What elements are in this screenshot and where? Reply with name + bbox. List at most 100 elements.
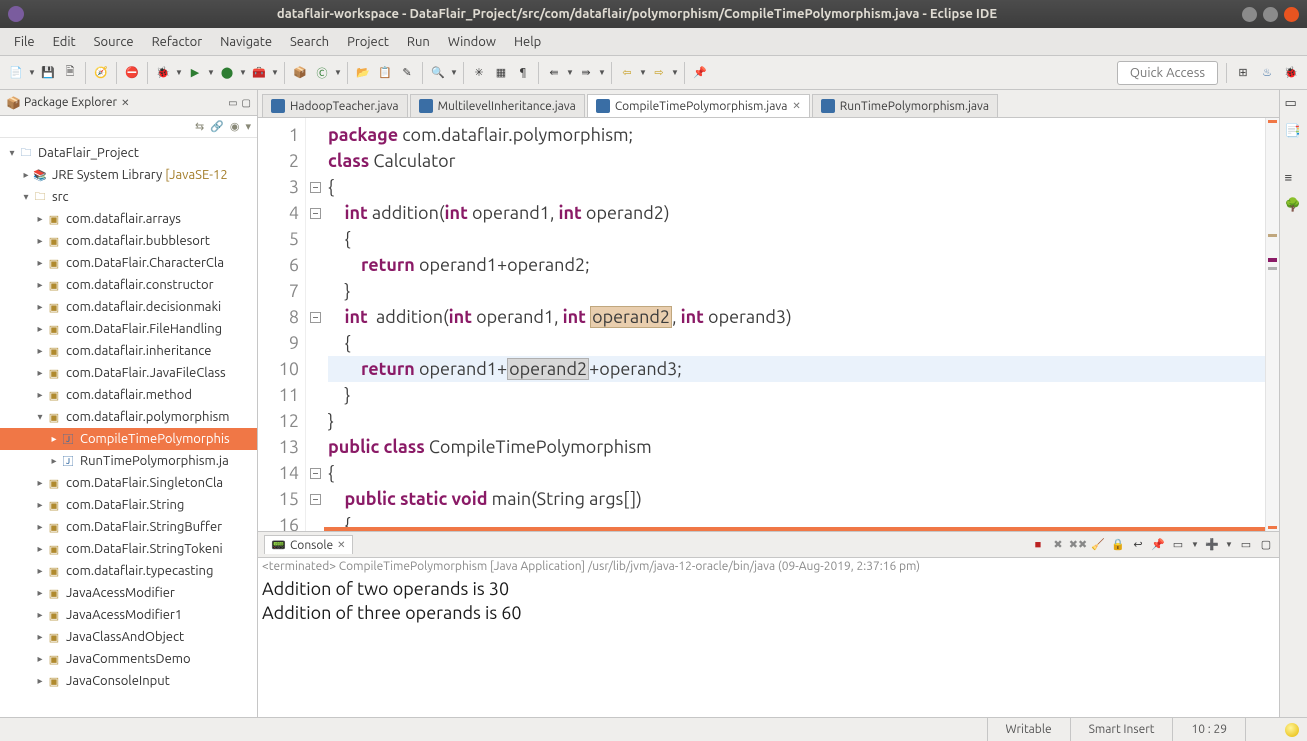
menu-source[interactable]: Source	[86, 31, 142, 53]
prev-annotation-dropdown[interactable]: ▼	[566, 68, 574, 77]
new-dropdown[interactable]: ▼	[28, 68, 36, 77]
tree-item[interactable]: ▸▣JavaAcessModifier1	[0, 604, 257, 626]
remove-launch-button[interactable]: ✖	[1051, 538, 1065, 552]
menu-navigate[interactable]: Navigate	[212, 31, 280, 53]
run-dropdown[interactable]: ▼	[207, 68, 215, 77]
tree-item[interactable]: ▸▣com.dataflair.method	[0, 384, 257, 406]
coverage-dropdown[interactable]: ▼	[239, 68, 247, 77]
next-annotation-button[interactable]: ⇛	[576, 63, 596, 83]
open-type-button[interactable]: 📂	[353, 63, 373, 83]
console-output[interactable]: Addition of two operands is 30Addition o…	[258, 575, 1279, 717]
remove-all-button[interactable]: ✖✖	[1071, 538, 1085, 552]
new-package-button[interactable]: 📦	[290, 63, 310, 83]
tree-item[interactable]: ▾🗀DataFlair_Project	[0, 142, 257, 164]
window-close-button[interactable]	[1284, 7, 1299, 22]
prev-annotation-button[interactable]: ⇚	[544, 63, 564, 83]
tree-item[interactable]: ▸▣com.dataflair.constructor	[0, 274, 257, 296]
save-button[interactable]: 💾	[38, 63, 58, 83]
save-all-button[interactable]: 🗎	[60, 63, 80, 83]
debug-perspective-button[interactable]: 🐞	[1281, 63, 1301, 83]
view-minimize-icon[interactable]: ▭	[228, 97, 237, 109]
open-console-dropdown[interactable]: ▼	[1225, 540, 1233, 549]
tree-item[interactable]: ▸▣com.DataFlair.StringBuffer	[0, 516, 257, 538]
new-java-dropdown[interactable]: ▼	[334, 68, 342, 77]
tree-item[interactable]: ▾▣com.dataflair.polymorphism	[0, 406, 257, 428]
tree-item[interactable]: ▸▣com.DataFlair.JavaFileClass	[0, 362, 257, 384]
tree-item[interactable]: ▸▣com.dataflair.decisionmaki	[0, 296, 257, 318]
pin-button[interactable]: 📌	[690, 63, 710, 83]
window-minimize-button[interactable]	[1242, 7, 1257, 22]
open-console-button[interactable]: ➕	[1205, 538, 1219, 552]
type-hierarchy-icon[interactable]: 🌳	[1285, 198, 1303, 216]
tab-close-icon[interactable]: ✕	[792, 100, 800, 112]
tree-item[interactable]: ▸▣com.dataflair.inheritance	[0, 340, 257, 362]
package-tree[interactable]: ▾🗀DataFlair_Project▸📚JRE System Library …	[0, 138, 257, 717]
open-perspective-button[interactable]: ⊞	[1233, 63, 1253, 83]
menu-edit[interactable]: Edit	[45, 31, 84, 53]
menu-window[interactable]: Window	[440, 31, 504, 53]
search-dropdown[interactable]: ▼	[450, 68, 458, 77]
tree-item[interactable]: ▸▣JavaCommentsDemo	[0, 648, 257, 670]
package-explorer-close-icon[interactable]: ✕	[121, 97, 129, 109]
terminate-button[interactable]: ■	[1031, 538, 1045, 552]
tree-item[interactable]: ▸🄹RunTimePolymorphism.ja	[0, 450, 257, 472]
tree-item[interactable]: ▸🄹CompileTimePolymorphis	[0, 428, 257, 450]
toggle-block-button[interactable]: ▦	[491, 63, 511, 83]
tree-item[interactable]: ▸▣com.DataFlair.SingletonCla	[0, 472, 257, 494]
view-maximize-icon[interactable]: ▢	[242, 97, 251, 109]
display-selected-button[interactable]: ▭	[1171, 538, 1185, 552]
back-button[interactable]: ⇦	[617, 63, 637, 83]
console-minimize-icon[interactable]: ▭	[1239, 538, 1253, 552]
folding-column[interactable]	[306, 118, 324, 531]
editor-tab[interactable]: HadoopTeacher.java	[262, 94, 408, 117]
window-maximize-button[interactable]	[1263, 7, 1278, 22]
menu-refactor[interactable]: Refactor	[144, 31, 211, 53]
tree-item[interactable]: ▾🗀src	[0, 186, 257, 208]
debug-dropdown[interactable]: ▼	[175, 68, 183, 77]
tree-item[interactable]: ▸▣JavaAcessModifier	[0, 582, 257, 604]
clear-console-button[interactable]: 🧹	[1091, 538, 1105, 552]
tree-item[interactable]: ▸▣com.DataFlair.FileHandling	[0, 318, 257, 340]
view-menu-icon[interactable]: ▾	[245, 120, 251, 133]
forward-button[interactable]: ⇨	[649, 63, 669, 83]
tree-item[interactable]: ▸▣com.dataflair.arrays	[0, 208, 257, 230]
java-perspective-button[interactable]: ♨	[1257, 63, 1277, 83]
new-task-button[interactable]: ✎	[397, 63, 417, 83]
task-list-view-icon[interactable]: ≡	[1285, 170, 1303, 188]
tree-item[interactable]: ▸▣JavaClassAndObject	[0, 626, 257, 648]
word-wrap-button[interactable]: ↩	[1131, 538, 1145, 552]
tree-item[interactable]: ▸▣com.dataflair.typecasting	[0, 560, 257, 582]
back-dropdown[interactable]: ▼	[639, 68, 647, 77]
next-annotation-dropdown[interactable]: ▼	[598, 68, 606, 77]
pin-console-button[interactable]: 📌	[1151, 538, 1165, 552]
console-maximize-icon[interactable]: ▢	[1259, 538, 1273, 552]
tree-item[interactable]: ▸▣com.dataflair.bubblesort	[0, 230, 257, 252]
run-button[interactable]: ▶	[185, 63, 205, 83]
editor-tab[interactable]: MultilevelInheritance.java	[410, 94, 585, 117]
console-close-icon[interactable]: ✕	[337, 539, 345, 551]
external-tools-button[interactable]: 🧰	[249, 63, 269, 83]
editor-tab[interactable]: CompileTimePolymorphism.java✕	[587, 94, 810, 117]
menu-project[interactable]: Project	[339, 31, 397, 53]
tree-item[interactable]: ▸▣JavaConsoleInput	[0, 670, 257, 692]
show-whitespace-button[interactable]: ¶	[513, 63, 533, 83]
menu-help[interactable]: Help	[506, 31, 549, 53]
focus-task-icon[interactable]: ◉	[230, 120, 240, 133]
tree-item[interactable]: ▸▣com.DataFlair.String	[0, 494, 257, 516]
forward-dropdown[interactable]: ▼	[671, 68, 679, 77]
tree-item[interactable]: ▸▣com.DataFlair.StringTokeni	[0, 538, 257, 560]
menu-search[interactable]: Search	[282, 31, 337, 53]
tree-item[interactable]: ▸▣com.DataFlair.CharacterCla	[0, 252, 257, 274]
collapse-all-icon[interactable]: ⇆	[195, 120, 204, 133]
skip-breakpoints-button[interactable]: ⛔	[122, 63, 142, 83]
external-tools-dropdown[interactable]: ▼	[271, 68, 279, 77]
scroll-lock-button[interactable]: 🔒	[1111, 538, 1125, 552]
new-button[interactable]: 📄	[6, 63, 26, 83]
quick-access-input[interactable]: Quick Access	[1117, 61, 1218, 85]
menu-run[interactable]: Run	[399, 31, 438, 53]
tip-of-day-icon[interactable]	[1285, 723, 1299, 737]
editor-tab[interactable]: RunTimePolymorphism.java	[812, 94, 998, 117]
link-editor-icon[interactable]: 🔗	[210, 120, 224, 133]
toggle-breadcrumb-button[interactable]: 🧭	[91, 63, 111, 83]
display-selected-dropdown[interactable]: ▼	[1191, 540, 1199, 549]
